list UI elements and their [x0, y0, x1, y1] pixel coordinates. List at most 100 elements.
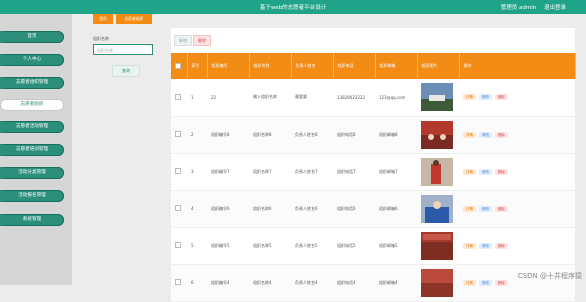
- row-checkbox[interactable]: [175, 93, 181, 100]
- org-image: [421, 194, 458, 223]
- tab-home[interactable]: 首页: [93, 14, 113, 24]
- sidebar-item-label: 活动分类管理: [18, 170, 46, 175]
- detail-button[interactable]: 详情: [463, 94, 476, 101]
- cell-index: 1: [191, 94, 194, 100]
- header-select: [171, 53, 188, 79]
- sidebar-item-signup-manage[interactable]: 活动报名管理: [0, 190, 64, 202]
- cell-email: 123@qq.com: [379, 94, 406, 100]
- search-input[interactable]: 组织名称: [93, 44, 153, 55]
- row-select: [171, 79, 187, 116]
- cell-phone: 组织电话6: [337, 205, 356, 211]
- cell-index: 2: [191, 132, 194, 137]
- cell-image: [417, 153, 459, 190]
- cell-code: 组织编号7: [211, 168, 230, 174]
- cell-leader: 赖婆婆: [295, 94, 307, 100]
- detail-button[interactable]: 详情: [463, 131, 476, 138]
- delete-button[interactable]: 删除: [193, 35, 211, 46]
- sidebar-item-training-manage[interactable]: 志愿者培训管理: [0, 144, 64, 156]
- row-delete-button[interactable]: 删除: [495, 205, 508, 212]
- row-checkbox[interactable]: [175, 131, 181, 137]
- sidebar-item-profile[interactable]: 个人中心: [0, 54, 64, 66]
- sidebar-item-label: 系统管理: [22, 217, 42, 222]
- add-button[interactable]: 新增: [174, 35, 192, 46]
- row-select: [171, 227, 187, 264]
- row-delete-button[interactable]: 删除: [495, 131, 508, 138]
- table-panel: 新增 删除 索引 组织编号 组织名称 负责人姓名 组织电话 组织邮箱 组织图片 …: [171, 28, 576, 301]
- cell-name: 组织名称7: [253, 168, 272, 174]
- cell-image: [417, 79, 459, 116]
- detail-button[interactable]: 详情: [463, 205, 476, 212]
- search-button[interactable]: 查询: [112, 65, 140, 77]
- org-image: [421, 231, 458, 260]
- header-index: 索引: [187, 53, 208, 79]
- cell-leader: 负责人姓名7: [295, 168, 318, 174]
- sidebar-item-category-manage[interactable]: 活动分类管理: [0, 167, 64, 179]
- cell-index: 6: [191, 280, 194, 285]
- search-label: 组织名称: [93, 36, 109, 41]
- org-table: 索引 组织编号 组织名称 负责人姓名 组织电话 组织邮箱 组织图片 操作 1 22…: [171, 53, 576, 302]
- sidebar-item-system[interactable]: 系统管理: [0, 214, 64, 226]
- cell-code: 22: [211, 94, 217, 100]
- welcome-text: 管理员 admin: [500, 5, 537, 11]
- row-delete-button[interactable]: 删除: [495, 168, 508, 175]
- edit-button[interactable]: 修改: [479, 131, 492, 138]
- table-row: 1 22 输入组织名称 赖婆婆 13829022222 123@qq.com 详情 修改 删除: [171, 79, 575, 116]
- cell-phone: 13829022222: [337, 94, 365, 100]
- sidebar-item-label: 活动报名管理: [18, 193, 46, 198]
- row-checkbox[interactable]: [175, 279, 181, 285]
- cell-actions: 详情 修改 删除: [459, 190, 575, 227]
- row-select: [171, 190, 187, 227]
- select-all-checkbox[interactable]: [175, 62, 181, 69]
- edit-button[interactable]: 修改: [479, 168, 492, 175]
- row-delete-button[interactable]: 删除: [495, 94, 508, 101]
- row-select: [171, 153, 187, 190]
- cell-name: 输入组织名称: [253, 94, 277, 100]
- cell-phone: 组织电话7: [337, 168, 356, 174]
- sidebar-item-org[interactable]: 志愿者组织: [0, 99, 64, 111]
- sidebar-item-label: 志愿者培训管理: [15, 147, 49, 152]
- sidebar-item-org-manage[interactable]: 志愿者组织管理: [0, 77, 64, 89]
- cell-image: [417, 116, 459, 153]
- watermark: CSDN @十井程序猿: [517, 272, 582, 280]
- sidebar-item-home[interactable]: 首页: [0, 31, 64, 43]
- cell-email: 组织邮箱7: [379, 168, 398, 174]
- cell-image: [417, 227, 459, 264]
- cell-leader: 负责人姓名5: [295, 242, 318, 248]
- cell-index: 5: [191, 243, 194, 248]
- logout-link[interactable]: 退出登录: [544, 5, 566, 11]
- cell-image: [417, 190, 459, 227]
- cell-name: 组织名称6: [253, 205, 272, 211]
- row-checkbox[interactable]: [175, 205, 181, 211]
- table-row: 6 组织编号4 组织名称4 负责人姓名4 组织电话4 组织邮箱4 详情 修改 删除: [171, 264, 575, 301]
- cell-actions: 详情 修改 删除: [459, 79, 575, 116]
- sidebar-item-activity-manage[interactable]: 志愿者活动管理: [0, 121, 64, 133]
- search-panel: 组织名称 组织名称 查询: [88, 32, 168, 82]
- detail-button[interactable]: 详情: [463, 168, 476, 175]
- header-name: 组织名称: [249, 53, 292, 79]
- row-delete-button[interactable]: 删除: [495, 242, 508, 249]
- cell-email: 组织邮箱8: [379, 131, 398, 137]
- row-select: [171, 116, 187, 153]
- cell-code: 组织编号5: [211, 242, 230, 248]
- cell-index: 3: [191, 169, 194, 174]
- edit-button[interactable]: 修改: [479, 205, 492, 212]
- breadcrumb: 首页 志愿者组织: [87, 14, 157, 24]
- org-image: [421, 157, 458, 186]
- detail-button[interactable]: 详情: [463, 242, 476, 249]
- header-phone: 组织电话: [333, 53, 376, 79]
- edit-button[interactable]: 修改: [479, 242, 492, 249]
- org-image: [421, 268, 458, 297]
- row-checkbox[interactable]: [175, 242, 181, 248]
- header-email: 组织邮箱: [375, 53, 418, 79]
- table-row: 4 组织编号6 组织名称6 负责人姓名6 组织电话6 组织邮箱6 详情 修改 删除: [171, 190, 575, 227]
- cell-email: 组织邮箱4: [379, 279, 398, 285]
- header-leader: 负责人姓名: [291, 53, 334, 79]
- cell-actions: 详情 修改 删除: [459, 153, 575, 190]
- row-checkbox[interactable]: [175, 168, 181, 174]
- table-header: 索引 组织编号 组织名称 负责人姓名 组织电话 组织邮箱 组织图片 操作: [171, 53, 576, 79]
- edit-button[interactable]: 修改: [479, 94, 492, 101]
- cell-name: 组织名称5: [253, 242, 272, 248]
- org-image: [421, 120, 458, 149]
- tab-current[interactable]: 志愿者组织: [116, 14, 152, 24]
- cell-actions: 详情 修改 删除: [459, 116, 575, 153]
